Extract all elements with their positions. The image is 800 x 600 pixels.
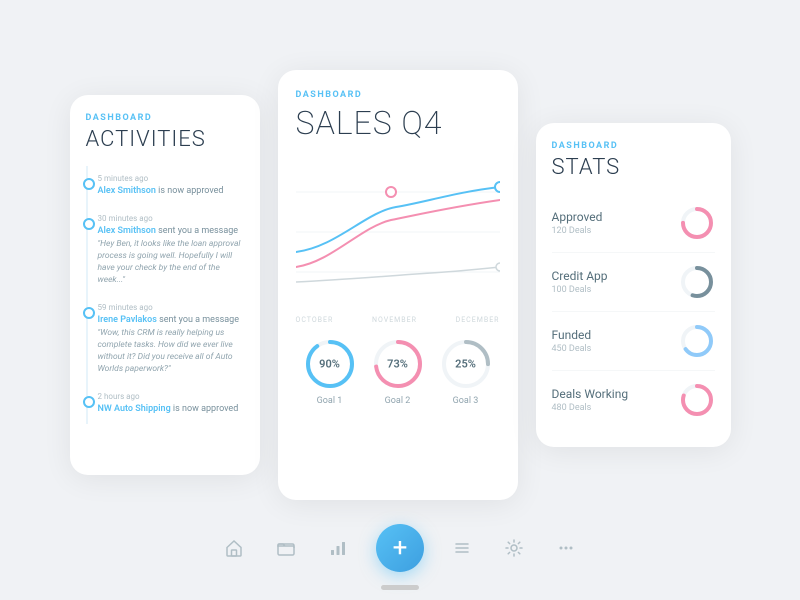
goal-item-2: 73% Goal 2: [372, 338, 424, 406]
activity-time: 2 hours ago: [98, 392, 244, 401]
stat-item-4: Deals Working 480 Deals: [552, 371, 715, 429]
goal-item-1: 90% Goal 1: [304, 338, 356, 406]
activities-card-label: DASHBOARD: [86, 113, 244, 123]
activity-time: 30 minutes ago: [98, 214, 244, 223]
stat-deals-4: 480 Deals: [552, 403, 679, 413]
activity-link[interactable]: Alex Smithson: [98, 186, 156, 196]
stat-name-3: Funded: [552, 328, 679, 342]
stat-name-4: Deals Working: [552, 387, 679, 401]
main-container: DASHBOARD ACTIVITIES 5 minutes ago Alex …: [0, 70, 800, 500]
goal-circle-3: 25%: [440, 338, 492, 390]
nav-add-button[interactable]: +: [376, 524, 424, 572]
stats-card-label: DASHBOARD: [552, 141, 715, 151]
stat-donut-2: [679, 264, 715, 300]
sales-chart: [296, 152, 500, 312]
activity-item: 30 minutes ago Alex Smithson sent you a …: [86, 206, 244, 295]
stat-deals-2: 100 Deals: [552, 285, 679, 295]
stat-info-1: Approved 120 Deals: [552, 210, 679, 236]
sales-card-title: SALES Q4: [296, 104, 500, 142]
stat-donut-4: [679, 382, 715, 418]
activity-link[interactable]: Alex Smithson: [98, 226, 156, 236]
activity-item: 5 minutes ago Alex Smithson is now appro…: [86, 166, 244, 206]
activity-list: 5 minutes ago Alex Smithson is now appro…: [86, 166, 244, 424]
goal-circle-1: 90%: [304, 338, 356, 390]
goal-pct-1: 90%: [319, 358, 340, 371]
home-indicator: [381, 585, 419, 590]
stat-info-3: Funded 450 Deals: [552, 328, 679, 354]
activity-text: Alex Smithson sent you a message: [98, 225, 244, 238]
stat-deals-3: 450 Deals: [552, 344, 679, 354]
activity-content: 5 minutes ago Alex Smithson is now appro…: [98, 174, 244, 198]
activity-text: Irene Pavlakos sent you a message: [98, 314, 244, 327]
goal-item-3: 25% Goal 3: [440, 338, 492, 406]
activity-text: NW Auto Shipping is now approved: [98, 403, 244, 416]
stat-info-2: Credit App 100 Deals: [552, 269, 679, 295]
activity-content: 59 minutes ago Irene Pavlakos sent you a…: [98, 303, 244, 376]
stat-name-1: Approved: [552, 210, 679, 224]
goal-label-2: Goal 2: [385, 396, 411, 406]
stat-item-1: Approved 120 Deals: [552, 194, 715, 253]
nav-list-icon[interactable]: [448, 534, 476, 562]
stat-name-2: Credit App: [552, 269, 679, 283]
activity-quote: "Wow, this CRM is really helping us comp…: [98, 328, 244, 376]
activity-text: Alex Smithson is now approved: [98, 185, 244, 198]
activity-content: 2 hours ago NW Auto Shipping is now appr…: [98, 392, 244, 416]
stat-item-2: Credit App 100 Deals: [552, 253, 715, 312]
activity-quote: "Hey Ben, it looks like the loan approva…: [98, 239, 244, 287]
nav-more-icon[interactable]: [552, 534, 580, 562]
stat-donut-1: [679, 205, 715, 241]
goal-pct-2: 73%: [387, 358, 408, 371]
bottom-nav: +: [220, 524, 580, 572]
activities-card: DASHBOARD ACTIVITIES 5 minutes ago Alex …: [70, 95, 260, 475]
nav-home-icon[interactable]: [220, 534, 248, 562]
activity-time: 5 minutes ago: [98, 174, 244, 183]
stat-item-3: Funded 450 Deals: [552, 312, 715, 371]
sales-card: DASHBOARD SALES Q4 OCTOBER NOVEMB: [278, 70, 518, 500]
chart-label-nov: NOVEMBER: [372, 316, 417, 324]
nav-settings-icon[interactable]: [500, 534, 528, 562]
stats-card: DASHBOARD STATS Approved 120 Deals Credi…: [536, 123, 731, 447]
chart-label-oct: OCTOBER: [296, 316, 334, 324]
stats-card-title: STATS: [552, 155, 715, 180]
stats-list: Approved 120 Deals Credit App 100 Deals …: [552, 194, 715, 429]
goal-circle-2: 73%: [372, 338, 424, 390]
activity-link[interactable]: Irene Pavlakos: [98, 315, 157, 325]
nav-chart-icon[interactable]: [324, 534, 352, 562]
stat-info-4: Deals Working 480 Deals: [552, 387, 679, 413]
sales-card-label: DASHBOARD: [296, 90, 500, 100]
nav-folders-icon[interactable]: [272, 534, 300, 562]
goal-label-3: Goal 3: [453, 396, 479, 406]
activities-card-title: ACTIVITIES: [86, 127, 244, 152]
activity-time: 59 minutes ago: [98, 303, 244, 312]
activity-link[interactable]: NW Auto Shipping: [98, 404, 171, 414]
activity-content: 30 minutes ago Alex Smithson sent you a …: [98, 214, 244, 287]
chart-labels: OCTOBER NOVEMBER DECEMBER: [296, 316, 500, 324]
goals-row: 90% Goal 1 73% Goal 2 25% Goal 3: [296, 338, 500, 406]
stat-donut-3: [679, 323, 715, 359]
activity-item: 59 minutes ago Irene Pavlakos sent you a…: [86, 295, 244, 384]
stat-deals-1: 120 Deals: [552, 226, 679, 236]
goal-label-1: Goal 1: [317, 396, 343, 406]
goal-pct-3: 25%: [455, 358, 476, 371]
chart-label-dec: DECEMBER: [456, 316, 500, 324]
activity-item: 2 hours ago NW Auto Shipping is now appr…: [86, 384, 244, 424]
